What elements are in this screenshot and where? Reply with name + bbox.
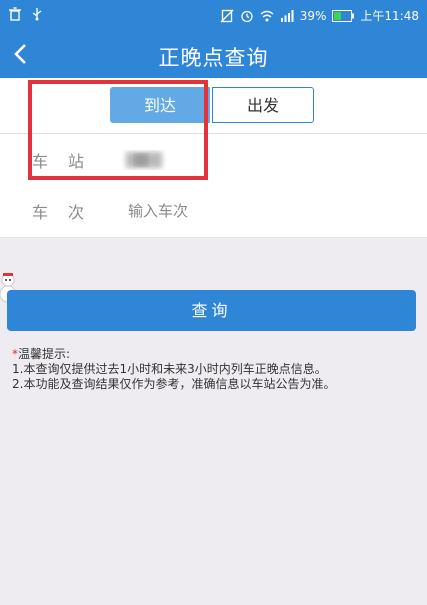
battery-percent: 39% [299,8,327,23]
battery-icon [332,9,355,22]
highlight-box [28,80,208,180]
nav-bar: 正晚点查询 [0,30,427,78]
train-input[interactable]: 输入车次 [128,200,188,221]
no-sim-icon [220,9,234,22]
wifi-icon [260,10,274,21]
tips-line-1: 1.本查询仅提供过去1小时和未来3小时内列车正晚点信息。 [12,362,327,376]
train-label: 车次 [32,203,105,222]
tips-title: 温馨提示: [18,347,71,361]
signal-icon [280,9,294,22]
tips-section: *温馨提示: 1.本查询仅提供过去1小时和未来3小时内列车正晚点信息。 2.本功… [12,347,335,392]
train-row[interactable]: 车次 输入车次 [0,185,427,238]
tab-depart[interactable]: 出发 [212,87,314,123]
query-button[interactable]: 查询 [7,290,416,331]
clock: 上午11:48 [360,9,419,23]
usb-icon [32,8,42,21]
tips-title-row: *温馨提示: [12,347,335,362]
status-bar: 39% 上午11:48 [0,0,427,30]
tips-line-2: 2.本功能及查询结果仅作为参考，准确信息以车站公告为准。 [12,377,336,391]
trash-icon [9,7,21,21]
alarm-icon [241,10,253,22]
page-title: 正晚点查询 [158,46,269,70]
